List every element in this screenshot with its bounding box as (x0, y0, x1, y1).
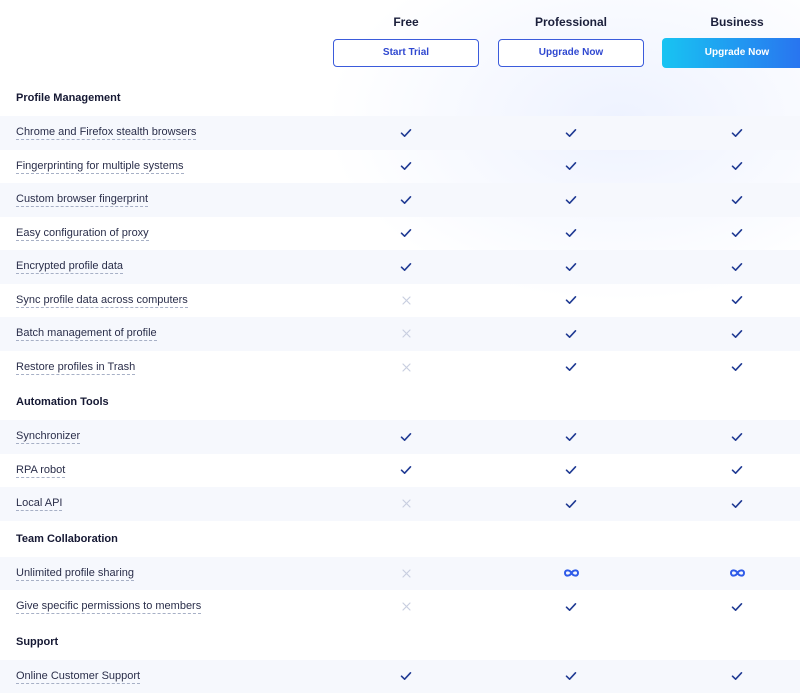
feature-label[interactable]: Unlimited profile sharing (16, 557, 134, 591)
business-check-icon (727, 660, 747, 694)
professional-check-icon (561, 150, 581, 184)
plan-name-business: Business (710, 15, 764, 29)
business-check-icon (727, 454, 747, 488)
feature-label-text: Online Customer Support (16, 669, 141, 684)
feature-label-text: Custom browser fingerprint (16, 193, 149, 207)
feature-row: RPA robot (0, 454, 800, 488)
professional-check-icon (561, 420, 581, 454)
plan-name-free: Free (393, 15, 419, 29)
feature-row: Batch management of profile (0, 317, 800, 351)
feature-label-text: Encrypted profile data (16, 260, 124, 274)
feature-label-text: Unlimited profile sharing (16, 566, 134, 581)
feature-label[interactable]: Give specific permissions to members (16, 590, 202, 624)
feature-label[interactable]: RPA robot (16, 454, 66, 488)
feature-label[interactable]: Local API (16, 487, 63, 521)
business-check-icon (727, 284, 747, 318)
professional-check-icon (561, 590, 581, 624)
feature-row: Easy configuration of proxy (0, 217, 800, 251)
feature-label[interactable]: Custom browser fingerprint (16, 183, 149, 217)
feature-row: Synchronizer (0, 420, 800, 454)
professional-check-icon (561, 454, 581, 488)
business-check-icon (727, 420, 747, 454)
professional-check-icon (561, 217, 581, 251)
plan-column-business: Business Upgrade Now (662, 0, 800, 68)
feature-row: Sync profile data across computers (0, 284, 800, 318)
professional-check-icon (561, 660, 581, 694)
business-check-icon (727, 250, 747, 284)
start-trial-button[interactable]: Start Trial (333, 39, 479, 67)
free-check-icon (396, 150, 416, 184)
upgrade-business-button[interactable]: Upgrade Now (662, 38, 800, 68)
feature-row: Custom browser fingerprint (0, 183, 800, 217)
free-cross-icon (396, 284, 416, 318)
free-check-icon (396, 116, 416, 150)
feature-label[interactable]: Restore profiles in Trash (16, 351, 136, 385)
professional-check-icon (561, 487, 581, 521)
feature-label-text: Sync profile data across computers (16, 293, 188, 308)
feature-label-text: Synchronizer (16, 430, 81, 444)
section-title: Profile Management (16, 92, 121, 104)
plan-column-free: Free Start Trial (331, 0, 481, 67)
feature-row: Chrome and Firefox stealth browsers (0, 116, 800, 150)
free-check-icon (396, 217, 416, 251)
feature-label[interactable]: Synchronizer (16, 420, 81, 454)
upgrade-professional-button[interactable]: Upgrade Now (498, 39, 644, 67)
professional-check-icon (561, 116, 581, 150)
free-cross-icon (396, 487, 416, 521)
free-check-icon (396, 250, 416, 284)
professional-check-icon (561, 250, 581, 284)
feature-label[interactable]: Easy configuration of proxy (16, 217, 149, 251)
business-check-icon (727, 183, 747, 217)
business-check-icon (727, 150, 747, 184)
professional-check-icon (561, 284, 581, 318)
free-check-icon (396, 420, 416, 454)
feature-label-text: Chrome and Firefox stealth browsers (16, 126, 197, 140)
business-check-icon (727, 317, 747, 351)
business-check-icon (727, 217, 747, 251)
free-cross-icon (396, 557, 416, 591)
plan-name-professional: Professional (534, 15, 608, 29)
feature-comparison-table: Profile Management Chrome and Firefox ste… (0, 80, 800, 693)
business-check-icon (727, 590, 747, 624)
free-check-icon (396, 183, 416, 217)
business-infinity-icon (727, 557, 747, 591)
feature-row: Encrypted profile data (0, 250, 800, 284)
feature-label-text: RPA robot (16, 463, 66, 478)
business-check-icon (727, 487, 747, 521)
feature-row: Restore profiles in Trash (0, 351, 800, 385)
business-check-icon (727, 116, 747, 150)
feature-row: Online Customer Support (0, 659, 800, 694)
feature-label[interactable]: Online Customer Support (16, 660, 141, 694)
professional-check-icon (561, 183, 581, 217)
business-check-icon (727, 351, 747, 385)
feature-label-text: Local API (16, 497, 63, 511)
feature-label-text: Give specific permissions to members (16, 600, 202, 614)
feature-row: Unlimited profile sharing (0, 556, 800, 591)
feature-label[interactable]: Fingerprinting for multiple systems (16, 150, 184, 184)
feature-label[interactable]: Sync profile data across computers (16, 284, 188, 318)
feature-label[interactable]: Chrome and Firefox stealth browsers (16, 116, 197, 150)
feature-label[interactable]: Encrypted profile data (16, 250, 124, 284)
feature-row: Fingerprinting for multiple systems (0, 150, 800, 184)
section-title: Team Collaboration (16, 532, 118, 545)
free-check-icon (396, 454, 416, 488)
free-cross-icon (396, 317, 416, 351)
free-cross-icon (396, 590, 416, 624)
feature-label-text: Easy configuration of proxy (16, 226, 149, 241)
free-check-icon (396, 660, 416, 694)
section-title: Automation Tools (16, 396, 109, 408)
plan-column-professional: Professional Upgrade Now (496, 0, 646, 67)
section-title: Support (16, 635, 59, 648)
feature-label[interactable]: Batch management of profile (16, 317, 157, 351)
feature-label-text: Fingerprinting for multiple systems (16, 159, 184, 174)
free-cross-icon (396, 351, 416, 385)
professional-check-icon (561, 317, 581, 351)
professional-check-icon (561, 351, 581, 385)
professional-infinity-icon (561, 557, 581, 591)
feature-row: Give specific permissions to members (0, 590, 800, 624)
plans-header: Free Start Trial Professional Upgrade No… (0, 0, 800, 80)
feature-label-text: Batch management of profile (16, 327, 157, 341)
feature-label-text: Restore profiles in Trash (16, 360, 136, 375)
feature-row: Local API (0, 487, 800, 521)
